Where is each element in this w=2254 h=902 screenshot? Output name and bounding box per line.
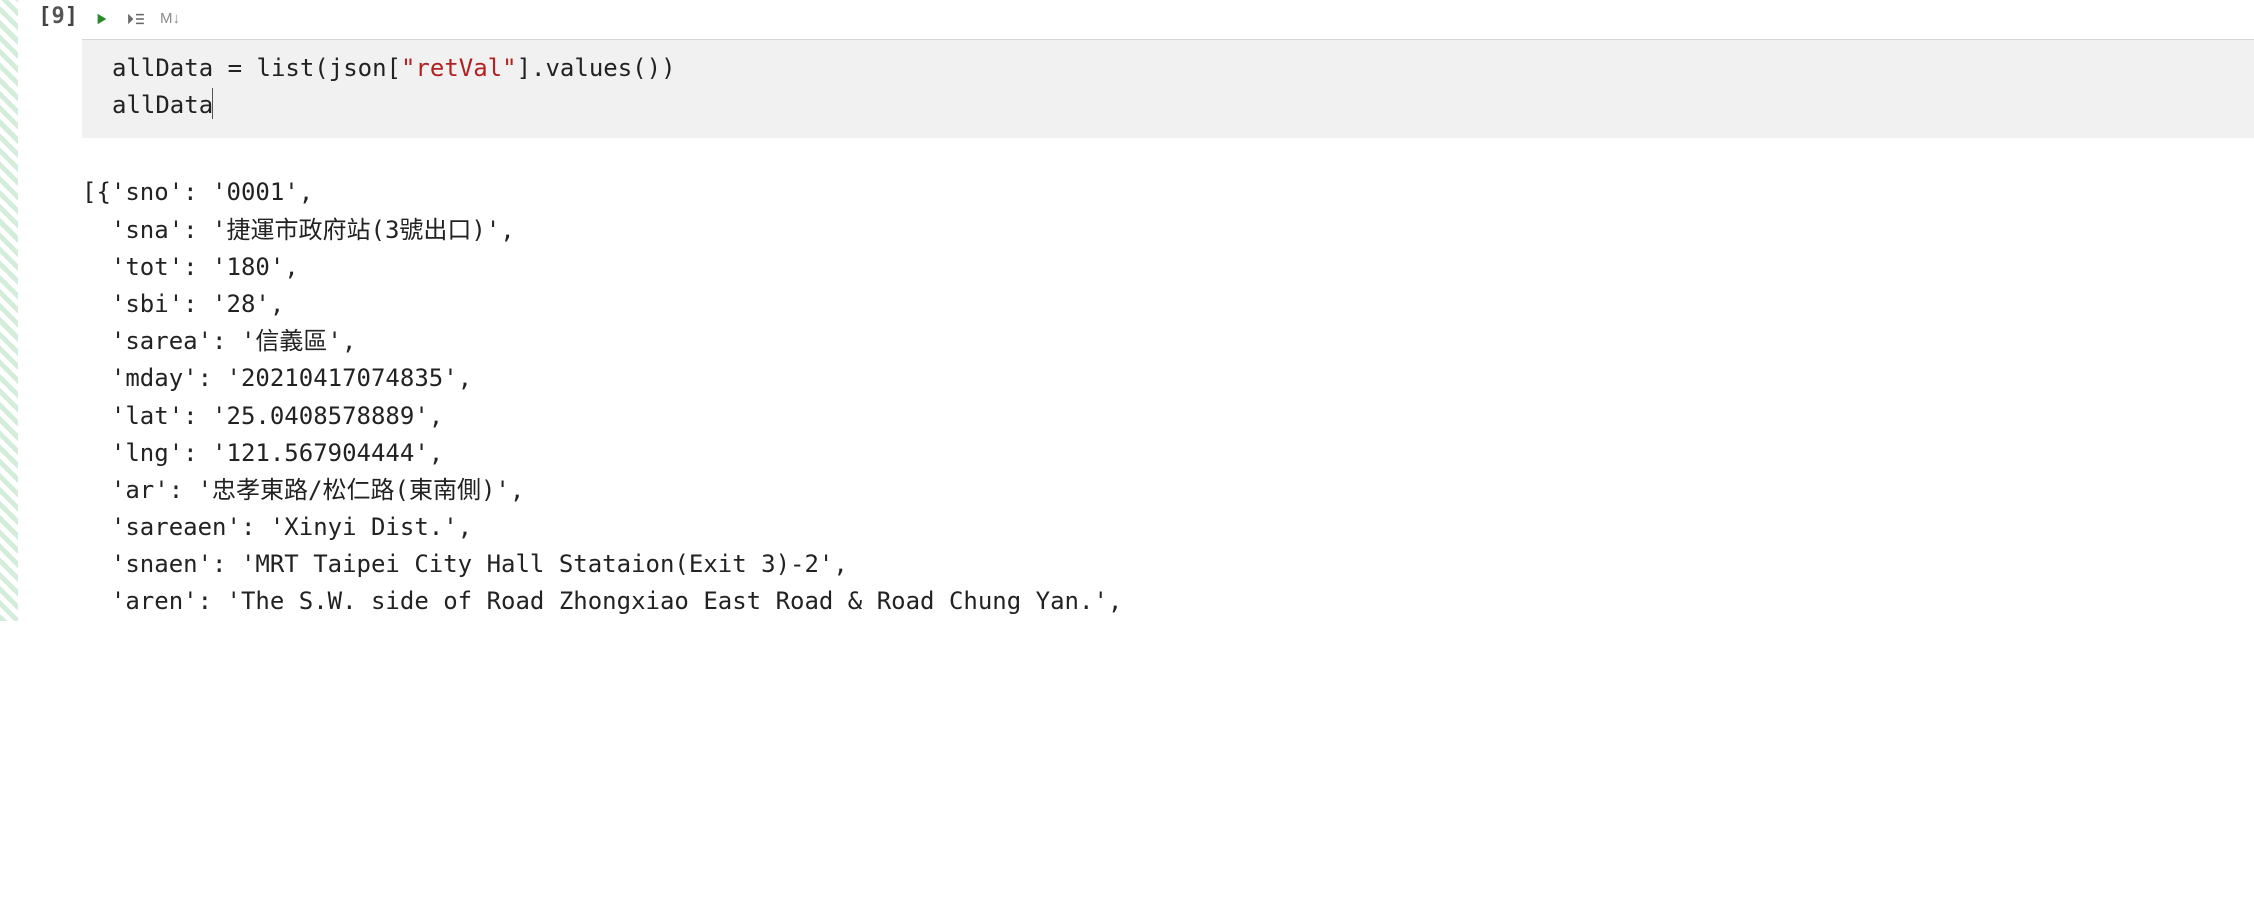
output-line: 'sbi': '28', — [82, 290, 284, 318]
cell-execution-indicator — [0, 0, 18, 621]
run-cell-button[interactable] — [92, 9, 112, 29]
code-line-2: allData — [112, 91, 213, 119]
run-line-icon — [127, 12, 145, 26]
code-line-1-post: ].values()) — [517, 54, 676, 82]
output-line: 'sna': '捷運市政府站(3號出口)', — [82, 216, 515, 244]
notebook-cell: [9] M↓ allData = list(json["retVal"].val… — [0, 0, 2254, 621]
execution-count: 9 — [52, 4, 65, 29]
cell-prompt: [9] — [18, 0, 82, 621]
output-line: 'lng': '121.567904444', — [82, 439, 443, 467]
cell-output: [{'sno': '0001', 'sna': '捷運市政府站(3號出口)', … — [82, 138, 1122, 620]
output-line: 'ar': '忠孝東路/松仁路(東南側)', — [82, 476, 524, 504]
output-line: 'snaen': 'MRT Taipei City Hall Stataion(… — [82, 550, 848, 578]
cell-toolbar: M↓ — [82, 0, 2254, 40]
code-input-area[interactable]: allData = list(json["retVal"].values()) … — [82, 40, 2254, 138]
code-line-1-string: "retVal" — [401, 54, 517, 82]
code-line-1-pre: allData = list(json[ — [112, 54, 401, 82]
output-line: [{'sno': '0001', — [82, 178, 313, 206]
output-line: 'aren': 'The S.W. side of Road Zhongxiao… — [82, 587, 1122, 615]
markdown-toggle-button[interactable]: M↓ — [160, 10, 180, 27]
output-line: 'tot': '180', — [82, 253, 299, 281]
output-line: 'sarea': '信義區', — [82, 327, 356, 355]
cell-output-wrapper: [{'sno': '0001', 'sna': '捷運市政府站(3號出口)', … — [82, 138, 2254, 620]
run-line-button[interactable] — [126, 9, 146, 29]
output-line: 'lat': '25.0408578889', — [82, 402, 443, 430]
play-icon — [95, 12, 109, 26]
prompt-close-bracket: ] — [65, 4, 78, 29]
cell-content: M↓ allData = list(json["retVal"].values(… — [82, 0, 2254, 621]
text-cursor — [212, 88, 213, 119]
prompt-open-bracket: [ — [38, 4, 51, 29]
output-line: 'sareaen': 'Xinyi Dist.', — [82, 513, 472, 541]
output-line: 'mday': '20210417074835', — [82, 364, 472, 392]
